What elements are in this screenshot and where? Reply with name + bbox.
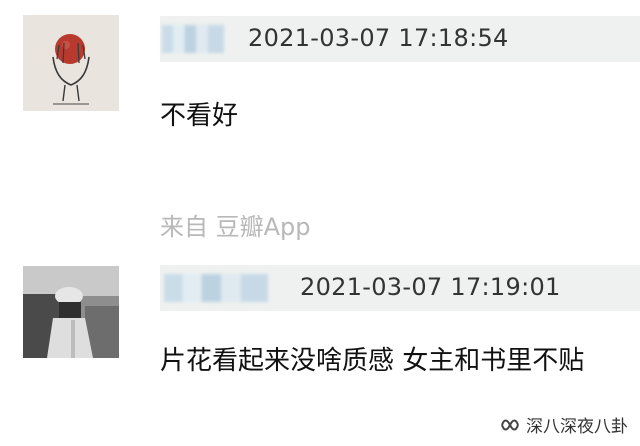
comment-text: 片花看起来没啥质感 女主和书里不贴 xyxy=(160,346,585,376)
comment-header: 2021-03-07 17:19:01 xyxy=(160,265,640,311)
comment-text: 不看好 xyxy=(160,101,239,131)
blurred-username xyxy=(162,25,224,53)
avatar[interactable] xyxy=(23,15,119,111)
comment-timestamp: 2021-03-07 17:19:01 xyxy=(300,273,561,301)
avatar[interactable] xyxy=(23,266,119,358)
watermark: 深八深夜八卦 xyxy=(500,412,628,437)
comment-header: 2021-03-07 17:18:54 xyxy=(160,16,640,62)
comment-source: 来自 豆瓣App xyxy=(160,213,311,241)
hand-holding-fruit-image xyxy=(23,15,119,111)
wechat-channel-icon xyxy=(500,416,520,434)
watermark-label: 深八深夜八卦 xyxy=(526,417,628,437)
comment-timestamp: 2021-03-07 17:18:54 xyxy=(248,24,509,52)
person-photo-image xyxy=(23,266,119,358)
blurred-username xyxy=(164,274,268,302)
